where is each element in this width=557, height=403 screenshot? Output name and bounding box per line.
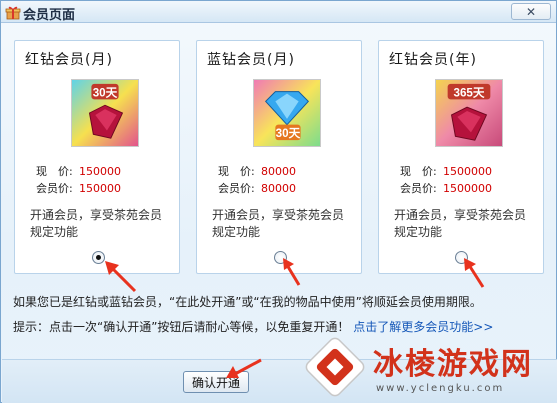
current-price-row: 现 价: 80000 [218,163,296,179]
member-price-value: 150000 [79,182,121,195]
current-price-value: 1500000 [443,165,492,178]
current-price-row: 现 价: 1500000 [400,163,492,179]
duration-badge: 30天 [93,87,118,100]
card-description: 开通会员，享受茶苑会员规定功能 [30,208,163,239]
watermark: 冰棱游戏网 www.yclengku.com [301,331,557,403]
close-button[interactable]: ✕ [511,3,551,20]
gift-box-icon [5,6,21,20]
watermark-url: www.yclengku.com [376,383,505,394]
annotation-arrow-icon [105,261,137,293]
card-title: 蓝钻会员(月) [207,52,295,68]
membership-window: 会员页面 ✕ 红钻会员(月) 30天 现 价: 150000 会员价: 150000… [0,0,557,403]
red-diamond-icon: 30天 [71,79,139,147]
close-icon: ✕ [525,4,537,19]
annotation-arrow-icon [464,258,485,288]
membership-card-blue-month[interactable]: 蓝钻会员(月) 30天 现 价: 80000 会员价: 80000 开通会员，享受茶… [196,40,362,274]
membership-card-red-year[interactable]: 红钻会员(年) 365天 现 价: 1500000 会员价: 1500000 开通会… [378,40,544,274]
current-price-value: 80000 [261,165,296,178]
current-price-label: 现 价: [400,165,437,178]
member-price-label: 会员价: [36,182,73,195]
member-price-value: 80000 [261,182,296,195]
annotation-arrow-icon [226,358,262,378]
member-price-row: 会员价: 1500000 [400,180,492,196]
duration-badge: 365天 [453,87,484,100]
blue-diamond-icon: 30天 [253,79,321,147]
member-price-row: 会员价: 80000 [218,180,296,196]
card-description: 开通会员，享受茶苑会员规定功能 [212,208,345,239]
member-price-label: 会员价: [400,182,437,195]
current-price-row: 现 价: 150000 [36,163,121,179]
duration-badge: 30天 [276,127,301,140]
membership-card-red-month[interactable]: 红钻会员(月) 30天 现 价: 150000 会员价: 150000 开通会员，享… [14,40,180,274]
title-bar: 会员页面 ✕ [1,1,556,23]
card-title: 红钻会员(年) [389,52,477,68]
member-price-row: 会员价: 150000 [36,180,121,196]
current-price-value: 150000 [79,165,121,178]
member-price-value: 1500000 [443,182,492,195]
card-description: 开通会员，享受茶苑会员规定功能 [394,208,527,239]
current-price-label: 现 价: [36,165,73,178]
red-diamond-year-icon: 365天 [435,79,503,147]
renewal-notice: 如果您已是红钻或蓝钻会员，“在此处开通”或“在我的物品中使用”将顺延会员使用期限… [13,295,482,309]
window-title: 会员页面 [23,8,76,23]
member-price-label: 会员价: [218,182,255,195]
card-title: 红钻会员(月) [25,52,113,68]
current-price-label: 现 价: [218,165,255,178]
watermark-title: 冰棱游戏网 [373,347,533,382]
annotation-arrow-icon [283,258,301,286]
watermark-logo-icon [305,337,365,397]
tip-text: 提示：点击一次“确认开通”按钮后请耐心等候，以免重复开通！ [13,320,350,334]
